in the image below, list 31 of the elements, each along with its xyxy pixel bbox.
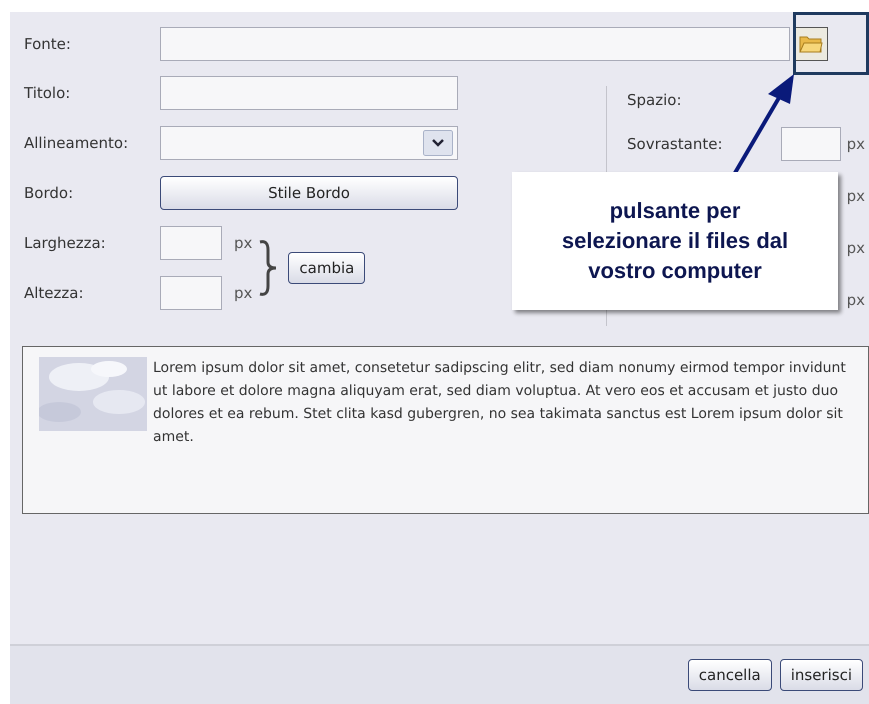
field-label: Titolo: xyxy=(24,82,72,104)
browse-button[interactable] xyxy=(794,27,828,61)
size-field[interactable] xyxy=(160,226,222,260)
apply-size-button[interactable]: cambia xyxy=(288,252,366,284)
unit-label: px xyxy=(846,290,865,311)
field-label: Altezza: xyxy=(24,282,85,304)
title-field[interactable] xyxy=(160,76,458,110)
field-label: Allineamento: xyxy=(24,132,130,154)
unit-label: px xyxy=(846,186,865,207)
cancel-button[interactable]: cancella xyxy=(688,659,772,691)
insert-button[interactable]: inserisci xyxy=(780,659,863,691)
source-field[interactable] xyxy=(160,27,790,61)
alignment-select[interactable] xyxy=(160,126,458,160)
folder-icon xyxy=(799,34,823,54)
chevron-down-icon xyxy=(423,130,453,156)
unit-label: px xyxy=(846,238,865,259)
unit-label: px xyxy=(234,282,252,304)
field-label: Fonte: xyxy=(24,34,72,55)
border-style-button[interactable]: Stile Bordo xyxy=(160,176,458,210)
spacing-heading: Spazio: xyxy=(627,90,683,111)
callout-text: vostro computer xyxy=(588,257,762,285)
size-field[interactable] xyxy=(160,276,222,310)
field-label: Bordo: xyxy=(24,182,74,204)
callout-text: pulsante per xyxy=(610,197,740,225)
callout-text: selezionare il files dal xyxy=(562,227,788,255)
spacing-field[interactable] xyxy=(780,127,841,161)
preview-text: Lorem ipsum dolor sit amet, consetetur sadipscing elitr, sed diam nonumy eirmod tempor invidunt ut labore et dolore magna aliquyam erat, sed diam voluptua. At vero eos et accusam et justo duo dolores et ea rebum. Stet clita kasd gubergren, no sea takimata sanctus est Lorem ipsum dolor sit amet. xyxy=(153,359,847,447)
unit-label: px xyxy=(846,134,865,155)
unit-label: px xyxy=(234,232,252,254)
field-label: Sovrastante: xyxy=(627,134,722,155)
field-label: Larghezza: xyxy=(24,232,107,254)
